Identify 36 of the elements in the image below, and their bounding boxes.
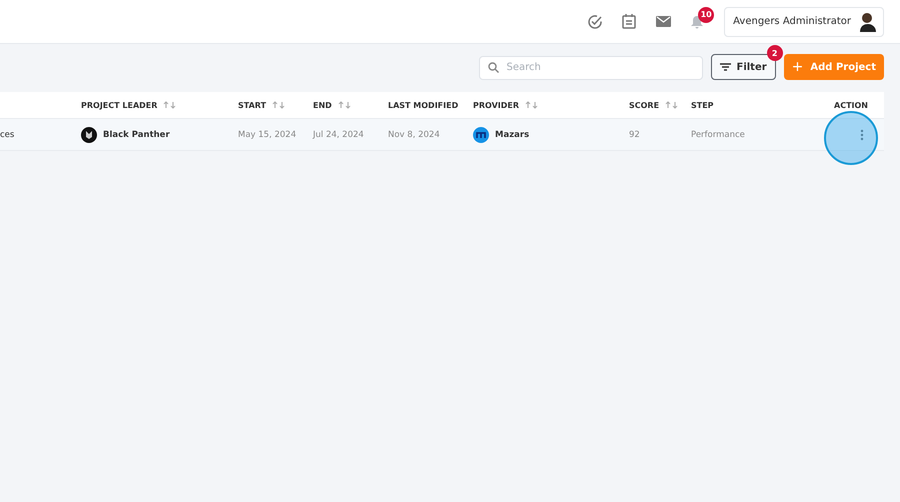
more-icon[interactable] bbox=[860, 128, 864, 140]
table-cell: Black Panther bbox=[103, 130, 170, 140]
sort-icon[interactable] bbox=[163, 101, 178, 109]
search-icon bbox=[488, 62, 500, 73]
filter-icon bbox=[720, 63, 732, 71]
sort-icon[interactable] bbox=[525, 101, 540, 109]
column-header[interactable]: START bbox=[238, 100, 266, 110]
table-cell: Nov 8, 2024 bbox=[388, 130, 440, 140]
click-highlight-icon bbox=[823, 110, 879, 166]
column-header[interactable]: SCORE bbox=[629, 100, 660, 110]
mail-icon[interactable] bbox=[656, 16, 671, 27]
notification-badge: 10 bbox=[698, 6, 714, 22]
column-header: ACTION bbox=[834, 100, 868, 110]
table-cell: May 15, 2024 bbox=[238, 130, 296, 140]
sort-icon[interactable] bbox=[338, 101, 352, 109]
table-cell: Mazars bbox=[495, 130, 530, 140]
user-menu[interactable]: Avengers Administrator bbox=[724, 6, 884, 36]
column-header: STEP bbox=[691, 100, 714, 110]
column-header[interactable]: PROVIDER bbox=[473, 100, 520, 110]
sort-icon[interactable] bbox=[665, 101, 680, 109]
search-field[interactable]: Search bbox=[479, 56, 704, 80]
avatar-icon bbox=[81, 126, 97, 142]
column-header: LAST MODIFIED bbox=[388, 100, 458, 110]
table-cell: 92 bbox=[629, 130, 640, 140]
table-cell: ces bbox=[0, 130, 14, 140]
check-circle-icon[interactable] bbox=[587, 14, 604, 30]
table-cell: Jul 24, 2024 bbox=[313, 130, 364, 140]
avatar-icon bbox=[859, 12, 877, 32]
calendar-icon[interactable] bbox=[622, 14, 636, 29]
column-header[interactable]: PROJECT LEADER bbox=[81, 100, 158, 110]
filter-count-badge: 2 bbox=[766, 45, 783, 61]
column-header[interactable]: END bbox=[313, 100, 332, 110]
table-cell: Performance bbox=[691, 130, 745, 140]
provider-logo-icon bbox=[473, 126, 489, 142]
bell-icon[interactable] bbox=[691, 14, 704, 28]
sort-icon[interactable] bbox=[272, 101, 286, 109]
